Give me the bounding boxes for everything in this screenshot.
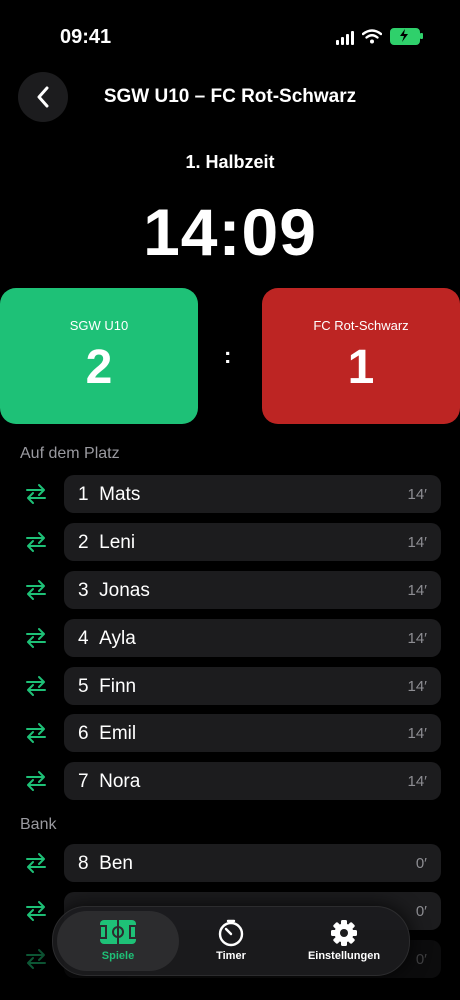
- player-card[interactable]: 7 Nora 14′: [64, 762, 441, 800]
- player-name: 5 Finn: [78, 676, 137, 697]
- player-name: 7 Nora: [78, 771, 141, 792]
- player-minutes: 0′: [415, 903, 427, 920]
- cellular-signal-icon: [336, 29, 354, 45]
- tab-label: Timer: [216, 950, 246, 962]
- player-name: 2 Leni: [78, 532, 136, 553]
- substitute-icon[interactable]: [24, 899, 48, 923]
- match-period: 1. Halbzeit: [185, 152, 275, 172]
- tab-einstellungen[interactable]: Einstellungen: [283, 911, 405, 971]
- player-card[interactable]: 1 Mats 14′: [64, 475, 441, 513]
- status-icons: [336, 28, 423, 45]
- player-minutes: 14′: [407, 486, 428, 503]
- tab-label: Spiele: [101, 950, 135, 962]
- battery-charging-icon: [390, 28, 423, 45]
- status-time: 09:41: [60, 26, 112, 48]
- wifi-icon: [362, 29, 382, 44]
- away-team-name: FC Rot-Schwarz: [313, 318, 409, 333]
- player-minutes: 0′: [415, 855, 427, 872]
- player-name: 1 Mats: [78, 484, 141, 505]
- player-minutes: 14′: [407, 630, 428, 647]
- away-team-card[interactable]: FC Rot-Schwarz 1: [262, 288, 460, 424]
- home-team-card[interactable]: SGW U10 2: [0, 288, 198, 424]
- substitute-icon[interactable]: [24, 851, 48, 875]
- stopwatch-icon: [218, 919, 244, 947]
- player-name: 3 Jonas: [78, 580, 150, 601]
- score-separator: :: [224, 343, 232, 368]
- soccer-field-icon: [99, 920, 137, 944]
- player-row: 7 Nora 14′: [0, 762, 460, 800]
- player-row: 6 Emil 14′: [0, 714, 460, 752]
- tab-label: Einstellungen: [307, 950, 381, 962]
- player-card[interactable]: 6 Emil 14′: [64, 714, 441, 752]
- on-field-section-label: Auf dem Platz: [20, 445, 120, 462]
- substitute-icon[interactable]: [24, 530, 48, 554]
- page-title: SGW U10 – FC Rot-Schwarz: [103, 86, 357, 107]
- home-team-name: SGW U10: [69, 318, 129, 333]
- substitute-icon[interactable]: [24, 947, 48, 971]
- player-card[interactable]: 2 Leni 14′: [64, 523, 441, 561]
- status-bar: 09:41: [0, 0, 460, 72]
- player-minutes: 14′: [407, 678, 428, 695]
- player-minutes: 14′: [407, 725, 428, 742]
- player-name: 4 Ayla: [78, 628, 136, 649]
- player-row: 3 Jonas 14′: [0, 571, 460, 609]
- chevron-left-icon: [37, 86, 49, 108]
- back-button[interactable]: [18, 72, 68, 122]
- bench-section-label: Bank: [20, 816, 57, 833]
- substitute-icon[interactable]: [24, 769, 48, 793]
- substitute-icon[interactable]: [24, 626, 48, 650]
- player-row: 4 Ayla 14′: [0, 619, 460, 657]
- player-minutes: 14′: [407, 582, 428, 599]
- player-row: 5 Finn 14′: [0, 667, 460, 705]
- gear-icon: [331, 920, 357, 946]
- player-row: 2 Leni 14′: [0, 523, 460, 561]
- substitute-icon[interactable]: [24, 578, 48, 602]
- away-team-score: 1: [347, 341, 375, 394]
- player-row: 8 Ben 0′: [0, 844, 460, 882]
- player-row: 1 Mats 14′: [0, 475, 460, 513]
- tab-bar: Spiele Timer Einstellungen: [52, 906, 410, 976]
- tab-spiele[interactable]: Spiele: [57, 911, 179, 971]
- player-card[interactable]: 5 Finn 14′: [64, 667, 441, 705]
- player-minutes: 14′: [407, 773, 428, 790]
- home-team-score: 2: [85, 341, 113, 394]
- player-card[interactable]: 8 Ben 0′: [64, 844, 441, 882]
- substitute-icon[interactable]: [24, 721, 48, 745]
- match-clock: 14:09: [143, 195, 317, 269]
- player-card[interactable]: 4 Ayla 14′: [64, 619, 441, 657]
- player-card[interactable]: 3 Jonas 14′: [64, 571, 441, 609]
- tab-timer[interactable]: Timer: [183, 911, 279, 971]
- substitute-icon[interactable]: [24, 482, 48, 506]
- player-name: 6 Emil: [78, 723, 137, 744]
- player-minutes: 0′: [415, 951, 427, 968]
- player-minutes: 14′: [407, 534, 428, 551]
- substitute-icon[interactable]: [24, 674, 48, 698]
- player-name: 8 Ben: [78, 853, 133, 874]
